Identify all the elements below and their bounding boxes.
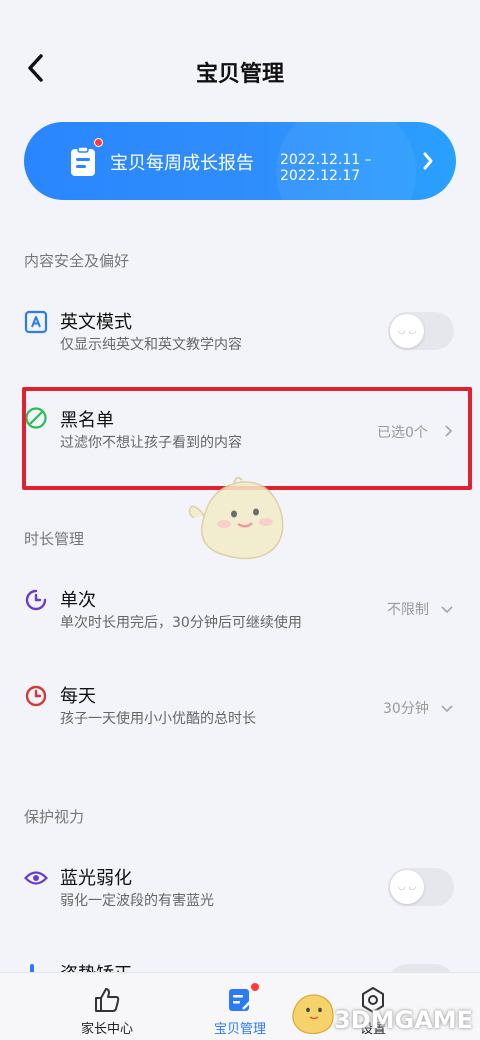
- english-mode-title: 英文模式: [60, 312, 132, 333]
- watermark-text: 3DMGAME: [334, 1006, 474, 1034]
- clock-icon: [25, 589, 47, 611]
- section-label-eyes: 保护视力: [24, 808, 85, 826]
- section-label-content: 内容安全及偏好: [24, 252, 130, 270]
- section-label-time: 时长管理: [24, 530, 85, 548]
- chevron-down-icon: [441, 606, 453, 614]
- banner-title: 宝贝每周成长报告: [110, 153, 254, 174]
- nav-label: 宝贝管理: [213, 1022, 266, 1037]
- single-session-row[interactable]: 单次 单次时长用完后，30分钟后可继续使用 不限制: [0, 578, 480, 658]
- english-mode-subtitle: 仅显示纯英文和英文教学内容: [60, 337, 242, 353]
- mascot-watermark: [188, 476, 284, 560]
- clock-icon: [25, 685, 47, 707]
- english-mode-toggle[interactable]: ◡ ◡: [388, 312, 454, 350]
- single-session-subtitle: 单次时长用完后，30分钟后可继续使用: [60, 615, 302, 631]
- daily-limit-title: 每天: [60, 686, 96, 707]
- toggle-knob: ◡ ◡: [390, 870, 424, 904]
- blue-light-title: 蓝光弱化: [60, 868, 132, 889]
- top-bar: 宝贝管理: [0, 0, 480, 130]
- posture-row: 姿势矫正: [0, 952, 480, 974]
- thumbs-up-icon: [95, 988, 120, 1012]
- nav-baby-manage[interactable]: 宝贝管理: [180, 973, 300, 1040]
- weekly-report-banner[interactable]: 宝贝每周成长报告 2022.12.11 – 2022.12.17: [24, 122, 456, 200]
- notification-dot: [94, 138, 103, 147]
- mascot-watermark-small: [292, 994, 334, 1035]
- single-session-title: 单次: [60, 590, 96, 611]
- report-icon: [71, 146, 95, 176]
- blue-light-subtitle: 弱化一定波段的有害蓝光: [60, 893, 214, 909]
- nav-label: 家长中心: [80, 1022, 133, 1037]
- daily-limit-row[interactable]: 每天 孩子一天使用小小优酷的总时长 30分钟: [0, 674, 480, 754]
- page-title: 宝贝管理: [195, 62, 284, 87]
- chevron-right-icon: [423, 152, 433, 170]
- notification-dot: [251, 983, 259, 991]
- single-session-value: 不限制: [387, 602, 429, 618]
- daily-limit-value: 30分钟: [383, 701, 429, 717]
- nav-parent-center[interactable]: 家长中心: [47, 973, 167, 1040]
- note-edit-icon: [225, 983, 259, 1015]
- english-a-icon: [24, 310, 48, 334]
- blue-light-toggle[interactable]: ◡ ◡: [388, 868, 454, 906]
- toggle-knob: ◡ ◡: [390, 314, 424, 348]
- daily-limit-subtitle: 孩子一天使用小小优酷的总时长: [60, 711, 256, 727]
- english-mode-row: 英文模式 仅显示纯英文和英文教学内容 ◡ ◡: [0, 300, 480, 380]
- chevron-down-icon: [441, 705, 453, 713]
- eye-icon: [24, 871, 48, 885]
- blue-light-row: 蓝光弱化 弱化一定波段的有害蓝光 ◡ ◡: [0, 856, 480, 936]
